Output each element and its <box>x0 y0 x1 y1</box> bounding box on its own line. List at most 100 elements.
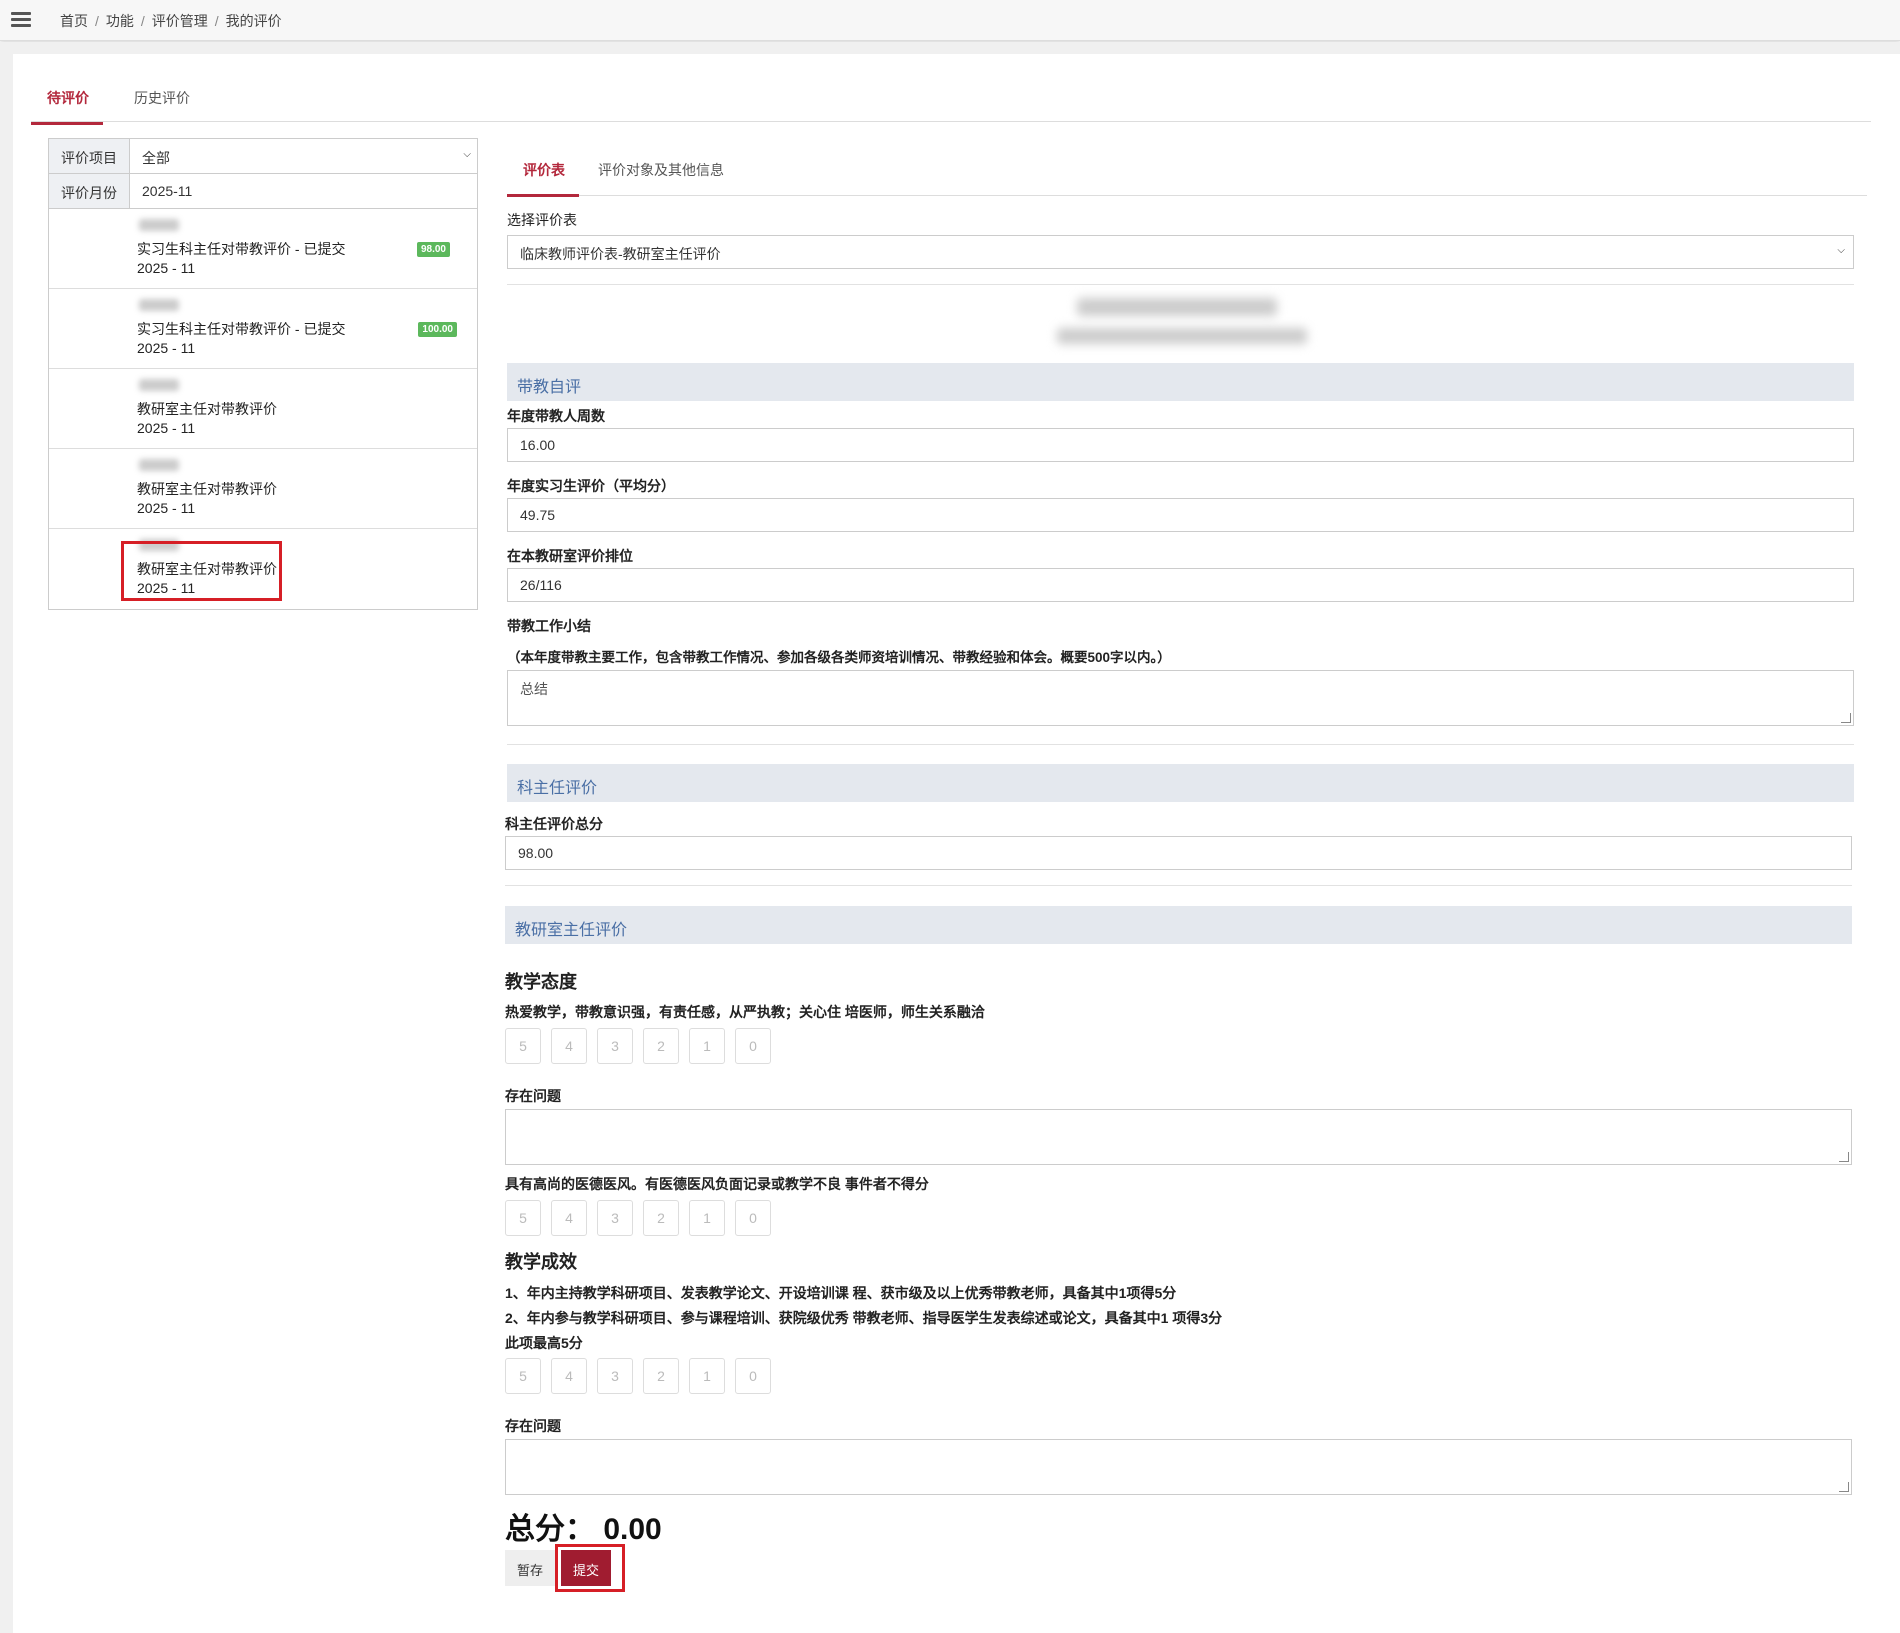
tab-eval-form[interactable]: 评价表 <box>507 160 579 197</box>
tab-history[interactable]: 历史评价 <box>134 88 190 122</box>
divider <box>507 744 1854 745</box>
rank-label: 在本教研室评价排位 <box>507 548 633 564</box>
rating-option-3[interactable]: 3 <box>597 1200 633 1236</box>
main-tabs: 待评价 历史评价 <box>31 54 1871 125</box>
intern-field[interactable]: 49.75 <box>507 498 1854 532</box>
rating-option-5[interactable]: 5 <box>505 1200 541 1236</box>
ethics-desc: 具有高尚的医德医风。有医德医风负面记录或教学不良 事件者不得分 <box>505 1176 929 1192</box>
item-title: 实习生科主任对带教评价 - 已提交 <box>137 321 346 337</box>
score-badge: 98.00 <box>416 242 450 257</box>
problem-label-2: 存在问题 <box>505 1418 561 1434</box>
rating-option-4[interactable]: 4 <box>551 1358 587 1394</box>
rating-option-4[interactable]: 4 <box>551 1200 587 1236</box>
blurred-name <box>139 459 179 471</box>
breadcrumb-home[interactable]: 首页 <box>60 13 88 29</box>
blurred-heading <box>1077 298 1277 316</box>
breadcrumb-function[interactable]: 功能 <box>106 13 134 29</box>
item-title: 实习生科主任对带教评价 - 已提交 <box>137 241 346 257</box>
menu-icon[interactable] <box>11 12 31 28</box>
project-filter: 评价项目 全部 ⌵ <box>49 139 477 174</box>
intern-label: 年度实习生评价（平均分） <box>507 478 675 494</box>
blurred-name <box>139 379 179 391</box>
rating-option-4[interactable]: 4 <box>551 1028 587 1064</box>
problem-textarea-2[interactable] <box>505 1439 1852 1495</box>
total-score: 总分： 0.00 <box>505 1513 662 1546</box>
rating-option-5[interactable]: 5 <box>505 1358 541 1394</box>
eval-form-select[interactable]: 临床教师评价表-教研室主任评价 ⌵ <box>507 235 1854 269</box>
tab-eval-info[interactable]: 评价对象及其他信息 <box>598 160 724 194</box>
ethics-rating: 5 4 3 2 1 0 <box>505 1200 771 1236</box>
blurred-name <box>139 219 179 231</box>
resize-handle-icon[interactable] <box>1839 1482 1849 1492</box>
blurred-name <box>139 299 179 311</box>
divider <box>505 885 1852 886</box>
breadcrumb-eval-manage[interactable]: 评价管理 <box>152 13 208 29</box>
section-dept-eval: 科主任评价 <box>507 764 1854 802</box>
rating-option-3[interactable]: 3 <box>597 1028 633 1064</box>
blurred-subheading <box>1057 328 1307 344</box>
chevron-down-icon: ⌵ <box>463 149 471 160</box>
list-item-selected[interactable]: 教研室主任对带教评价 2025 - 11 <box>49 529 477 609</box>
project-select[interactable]: 全部 ⌵ <box>130 139 477 173</box>
item-date: 2025 - 11 <box>137 500 196 516</box>
attitude-title: 教学态度 <box>505 972 577 992</box>
project-select-value: 全部 <box>142 150 170 166</box>
rating-option-1[interactable]: 1 <box>689 1028 725 1064</box>
result-desc-3: 此项最高5分 <box>505 1335 583 1351</box>
summary-hint: （本年度带教主要工作，包含带教工作情况、参加各级各类师资培训情况、带教经验和体会… <box>507 650 1171 665</box>
content-card: 待评价 历史评价 评价项目 全部 ⌵ 评价月份 2025-11 实习生科主任对带… <box>13 54 1900 1633</box>
result-title: 教学成效 <box>505 1252 577 1272</box>
dept-total-field[interactable]: 98.00 <box>505 836 1852 870</box>
project-filter-label: 评价项目 <box>49 139 130 173</box>
rating-option-0[interactable]: 0 <box>735 1358 771 1394</box>
list-item[interactable]: 实习生科主任对带教评价 - 已提交 2025 - 11 98.00 <box>49 209 477 289</box>
summary-text: 总结 <box>520 681 548 697</box>
weeks-field[interactable]: 16.00 <box>507 428 1854 462</box>
resize-handle-icon[interactable] <box>1841 713 1851 723</box>
rating-option-2[interactable]: 2 <box>643 1358 679 1394</box>
breadcrumb-current: 我的评价 <box>225 13 282 29</box>
breadcrumb: 首页 / 功能 / 评价管理 / 我的评价 <box>60 13 282 29</box>
list-item[interactable]: 教研室主任对带教评价 2025 - 11 <box>49 369 477 449</box>
rating-option-3[interactable]: 3 <box>597 1358 633 1394</box>
section-self-eval: 带教自评 <box>507 363 1854 401</box>
item-date: 2025 - 11 <box>137 260 196 276</box>
item-date: 2025 - 11 <box>137 340 196 356</box>
attitude-desc: 热爱教学，带教意识强，有责任感，从严执教；关心住 培医师，师生关系融洽 <box>505 1004 985 1020</box>
eval-form-select-value: 临床教师评价表-教研室主任评价 <box>520 246 721 262</box>
highlight-frame <box>121 541 282 601</box>
form-tabs: 评价表 评价对象及其他信息 <box>507 138 1867 197</box>
list-item[interactable]: 实习生科主任对带教评价 - 已提交 2025 - 11 100.00 <box>49 289 477 369</box>
list-item[interactable]: 教研室主任对带教评价 2025 - 11 <box>49 449 477 529</box>
chevron-down-icon: ⌵ <box>1837 245 1845 256</box>
rating-option-1[interactable]: 1 <box>689 1200 725 1236</box>
rating-option-0[interactable]: 0 <box>735 1028 771 1064</box>
result-desc-2: 2、年内参与教学科研项目、参与课程培训、获院级优秀 带教老师、指导医学生发表综述… <box>505 1310 1223 1326</box>
item-title: 教研室主任对带教评价 <box>137 481 277 497</box>
rating-option-0[interactable]: 0 <box>735 1200 771 1236</box>
eval-form-panel: 评价表 评价对象及其他信息 选择评价表 临床教师评价表-教研室主任评价 ⌵ 带教… <box>505 138 1867 1592</box>
rating-option-5[interactable]: 5 <box>505 1028 541 1064</box>
resize-handle-icon[interactable] <box>1839 1152 1849 1162</box>
summary-textarea[interactable]: 总结 <box>507 670 1854 726</box>
save-draft-button[interactable]: 暂存 <box>505 1550 556 1586</box>
attitude-rating: 5 4 3 2 1 0 <box>505 1028 771 1064</box>
score-badge: 100.00 <box>418 322 457 337</box>
tab-pending[interactable]: 待评价 <box>31 88 103 125</box>
weeks-label: 年度带教人周数 <box>507 408 605 424</box>
rating-option-1[interactable]: 1 <box>689 1358 725 1394</box>
divider <box>507 284 1854 285</box>
month-filter-label: 评价月份 <box>49 174 130 208</box>
top-bar: 首页 / 功能 / 评价管理 / 我的评价 <box>0 0 1900 41</box>
problem-textarea[interactable] <box>505 1109 1852 1165</box>
rating-option-2[interactable]: 2 <box>643 1028 679 1064</box>
result-rating: 5 4 3 2 1 0 <box>505 1358 771 1394</box>
rating-option-2[interactable]: 2 <box>643 1200 679 1236</box>
result-desc-1: 1、年内主持教学科研项目、发表教学论文、开设培训课 程、获市级及以上优秀带教老师… <box>505 1285 1177 1301</box>
page-body: 待评价 历史评价 评价项目 全部 ⌵ 评价月份 2025-11 实习生科主任对带… <box>0 42 1900 1633</box>
month-filter: 评价月份 2025-11 <box>49 174 477 209</box>
month-input[interactable]: 2025-11 <box>130 174 477 208</box>
problem-label: 存在问题 <box>505 1088 561 1104</box>
rank-field[interactable]: 26/116 <box>507 568 1854 602</box>
dept-total-label: 科主任评价总分 <box>505 816 603 832</box>
